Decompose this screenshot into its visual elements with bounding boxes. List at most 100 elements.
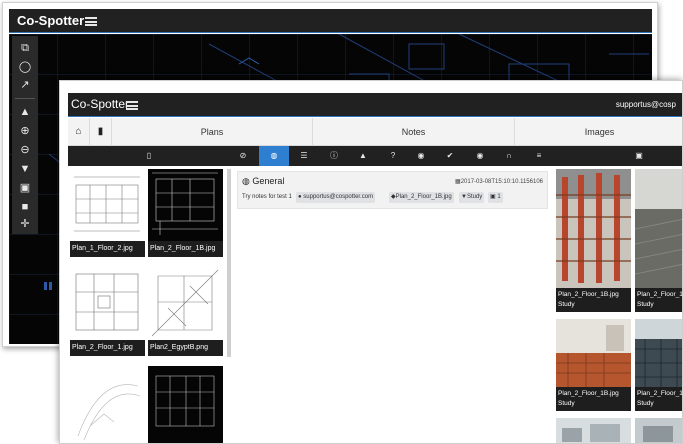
list-ordered-icon[interactable]: ≡ [524,146,554,166]
plan-thumbnail [148,169,223,241]
note-date: ▦2017-03-08T15:10:10.1156106 [455,178,543,185]
image-caption: Plan_2_Floor_1B.jpg Study [635,288,683,312]
notes-list: ◍ General ▦2017-03-08T15:10:10.1156106 T… [233,166,552,443]
road-icon[interactable]: ∩ [494,146,524,166]
site-photo [556,418,631,443]
info-icon[interactable]: ⓘ [319,146,349,166]
note-icon[interactable]: ■ [18,200,32,214]
image-name: Plan_2_Floor_1B.jpg [637,390,683,397]
plan-card[interactable] [148,366,223,443]
back-top-bar: Co-Spotter [9,9,652,33]
plan-name: Plan_2_Floor_1B.jpg [150,245,216,252]
globe-icon: ◍ [242,176,253,186]
plan-card[interactable]: Plan_2_Floor_1.jpg [70,266,145,356]
plan-thumbnail [70,266,145,340]
plan-name: Plan_2_Floor_1.jpg [72,344,133,351]
plans-list: Plan_1_Floor_2.jpg Plan_2_Floor_1B.jpg P… [68,166,225,443]
link-off-icon[interactable]: ⊘ [228,146,258,166]
note-category-label: General [252,176,285,186]
zoom-out-icon[interactable]: ⊖ [18,143,32,157]
site-photo [635,319,682,387]
circle-icon[interactable]: ◉ [406,146,436,166]
camera-icon[interactable]: ▣ [18,181,32,195]
plan-name [148,430,223,443]
image-name: Plan_2_Floor_1B.jpg [558,390,619,397]
front-app-window: Co-Spotter supportus@cosp ⌂ ▮ Plans Note… [59,80,683,444]
note-plan-chip[interactable]: ◆Plan_2_Floor_1B.jpg [389,192,454,203]
warning-icon[interactable]: ▲ [348,146,378,166]
image-caption: Plan_2_Floor_1B.jpg Study [556,288,631,312]
images-list: Plan_2_Floor_1B.jpg Study Plan_2_Floor_1… [552,166,683,443]
hamburger-menu-icon[interactable] [126,101,138,110]
back-tool-palette: ⧉ ◯ ↗ ▲ ⊕ ⊖ ▼ ▣ ■ ✛ [12,36,38,234]
plan-name [70,430,145,443]
copy-icon[interactable]: ⧉ [18,41,32,55]
pin-icon[interactable]: ▼ [18,162,32,176]
globe-icon[interactable]: ◍ [259,146,289,166]
plan-card[interactable]: Plan_1_Floor_2.jpg [70,169,145,257]
plan-name: Plan2_EgyptB.png [150,344,208,351]
note-text: Try notes for test 1 [242,194,292,200]
camera-icon[interactable]: ▣ [624,146,654,166]
image-tag: Study [558,400,575,407]
expand-icon[interactable]: ↗ [18,78,32,92]
plan-thumbnail [148,266,223,340]
image-tag: Study [637,301,654,308]
image-name: Plan_2_Floor_1B.jpg [637,291,683,298]
check-icon[interactable]: ✔ [435,146,465,166]
file-icon[interactable]: ▯ [134,146,164,166]
help-icon[interactable]: ? [378,146,408,166]
image-caption: Plan_2_Floor_1B.jpg Study [635,387,683,411]
plan-card[interactable]: Plan2_EgyptB.png [148,266,223,356]
image-card[interactable]: Plan_2_Floor_1B.jpg Study [635,169,683,312]
tab-images[interactable]: Images [515,118,682,146]
front-app-title: Co-Spotter [71,97,130,111]
image-card[interactable] [556,418,631,443]
plan-card[interactable] [70,366,145,443]
note-image-count: 1 [497,194,501,200]
list-icon[interactable]: ☰ [289,146,319,166]
site-photo [635,418,682,443]
plan-card[interactable]: Plan_2_Floor_1B.jpg [148,169,223,257]
image-caption: Plan_2_Floor_1B.jpg Study [556,387,631,411]
main-tab-bar: ⌂ ▮ Plans Notes Images [68,118,682,146]
image-tag: Study [558,301,575,308]
building-icon[interactable]: ▮ [90,118,112,146]
plan-name: Plan_1_Floor_2.jpg [72,245,133,252]
tab-notes[interactable]: Notes [313,118,515,146]
plans-scrollbar[interactable] [227,169,231,357]
note-author: supportus@cospotter.com [303,194,374,200]
note-card[interactable]: ◍ General ▦2017-03-08T15:10:10.1156106 T… [237,171,548,209]
note-tag: Study [466,194,483,200]
tab-plans[interactable]: Plans [112,118,313,146]
image-card[interactable]: Plan_2_Floor_1B.jpg Study [635,319,683,411]
front-top-bar: Co-Spotter supportus@cosp [68,93,682,117]
eye-icon[interactable]: ◉ [465,146,495,166]
site-photo [556,319,631,387]
filter-toolbar: ▯ ⊘ ◍ ☰ ⓘ ▲ ? ◉ ✔ ◉ ∩ ≡ ▣ [68,146,682,166]
image-tag: Study [637,400,654,407]
comment-icon[interactable]: ◯ [18,60,32,74]
hamburger-menu-icon[interactable] [85,17,97,26]
note-plan: Plan_2_Floor_1B.jpg [395,194,452,200]
site-photo [635,169,682,288]
screenshot-stage: Co-Spotter ⧉ ◯ ↗ ▲ ⊕ ⊖ ▼ ▣ ■ ✛ Co-Spotte… [0,0,683,444]
plan-thumbnail [70,169,145,241]
home-icon[interactable]: ⌂ [68,118,90,146]
note-tag-chip[interactable]: ▼Study [459,192,485,203]
toolbar-divider [15,98,35,99]
image-card[interactable]: Plan_2_Floor_1B.jpg Study [556,319,631,411]
note-category: ◍ General [242,176,284,187]
note-image-chip[interactable]: ▣ 1 [488,192,503,203]
user-account-label[interactable]: supportus@cosp [616,100,676,109]
zoom-in-icon[interactable]: ⊕ [18,124,32,138]
note-date-value: 2017-03-08T15:10:10.1156106 [460,179,543,185]
image-card[interactable]: Plan_2_Floor_1B.jpg Study [556,169,631,312]
note-author-chip[interactable]: ● supportus@cospotter.com [296,192,376,203]
image-card[interactable] [635,418,682,443]
back-app-title: Co-Spotter [17,13,85,28]
site-photo [556,169,631,288]
move-icon[interactable]: ✛ [18,217,32,231]
cursor-icon[interactable]: ▲ [18,105,32,119]
image-name: Plan_2_Floor_1B.jpg [558,291,619,298]
